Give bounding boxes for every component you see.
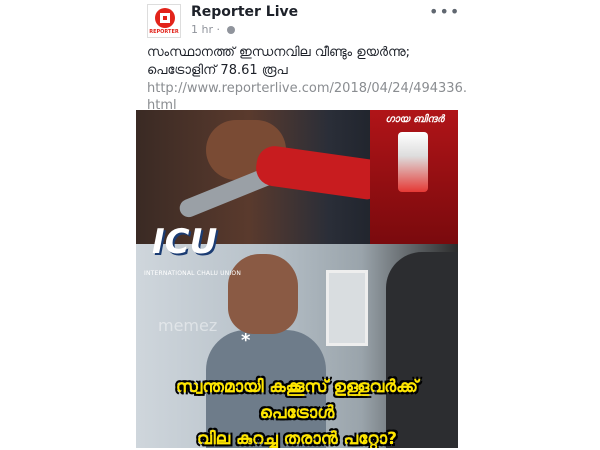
post-header: REPORTER Reporter Live 1 hr · ••• <box>145 2 459 42</box>
caption-line-1: സ്വന്തമായി കക്കൂസ് ഉള്ളവർക്ക് പെട്രോൾ <box>176 377 418 423</box>
icu-text: INTERNATIONAL CHALU UNION <box>144 270 242 277</box>
left-man-head <box>228 254 298 334</box>
fuel-nozzle <box>253 143 379 201</box>
page-name[interactable]: Reporter Live <box>191 4 298 20</box>
icu-badge: ICU INTERNATIONAL CHALU UNION <box>142 222 241 282</box>
icu-logo: ICU <box>152 222 218 262</box>
more-options-icon[interactable]: ••• <box>429 2 460 21</box>
post-link[interactable]: http://www.reporterlive.com/2018/04/24/4… <box>147 80 467 114</box>
car-rear <box>370 110 458 244</box>
meme-image[interactable]: ഗായ ബിന്ദർ ICU INTERNATIONAL CHALU UNION… <box>136 110 458 448</box>
meme-caption: സ്വന്തമായി കക്കൂസ് ഉള്ളവർക്ക് പെട്രോൾ വി… <box>136 374 458 448</box>
meme-bottom-panel: ICU INTERNATIONAL CHALU UNION memez * സ്… <box>136 222 458 448</box>
post-time[interactable]: 1 hr <box>191 23 213 36</box>
post-text: സംസ്ഥാനത്ത് ഇന്ധനവില വീണ്ടും ഉയർന്നു; പെ… <box>147 45 411 78</box>
page-avatar[interactable]: REPORTER <box>147 4 181 38</box>
avatar-label: REPORTER <box>149 29 179 35</box>
globe-icon <box>226 26 235 34</box>
memez-watermark: memez <box>158 316 218 335</box>
logo-mark-icon <box>160 13 170 23</box>
asterisk-mark: * <box>241 330 251 351</box>
tail-light <box>398 132 428 192</box>
wall-frame <box>326 270 368 346</box>
top-watermark: ഗായ ബിന്ദർ <box>385 114 444 125</box>
caption-line-2: വില കുറച്ചു തരാൻ പറ്റോ? <box>197 429 397 448</box>
post-meta: 1 hr · <box>191 23 235 36</box>
